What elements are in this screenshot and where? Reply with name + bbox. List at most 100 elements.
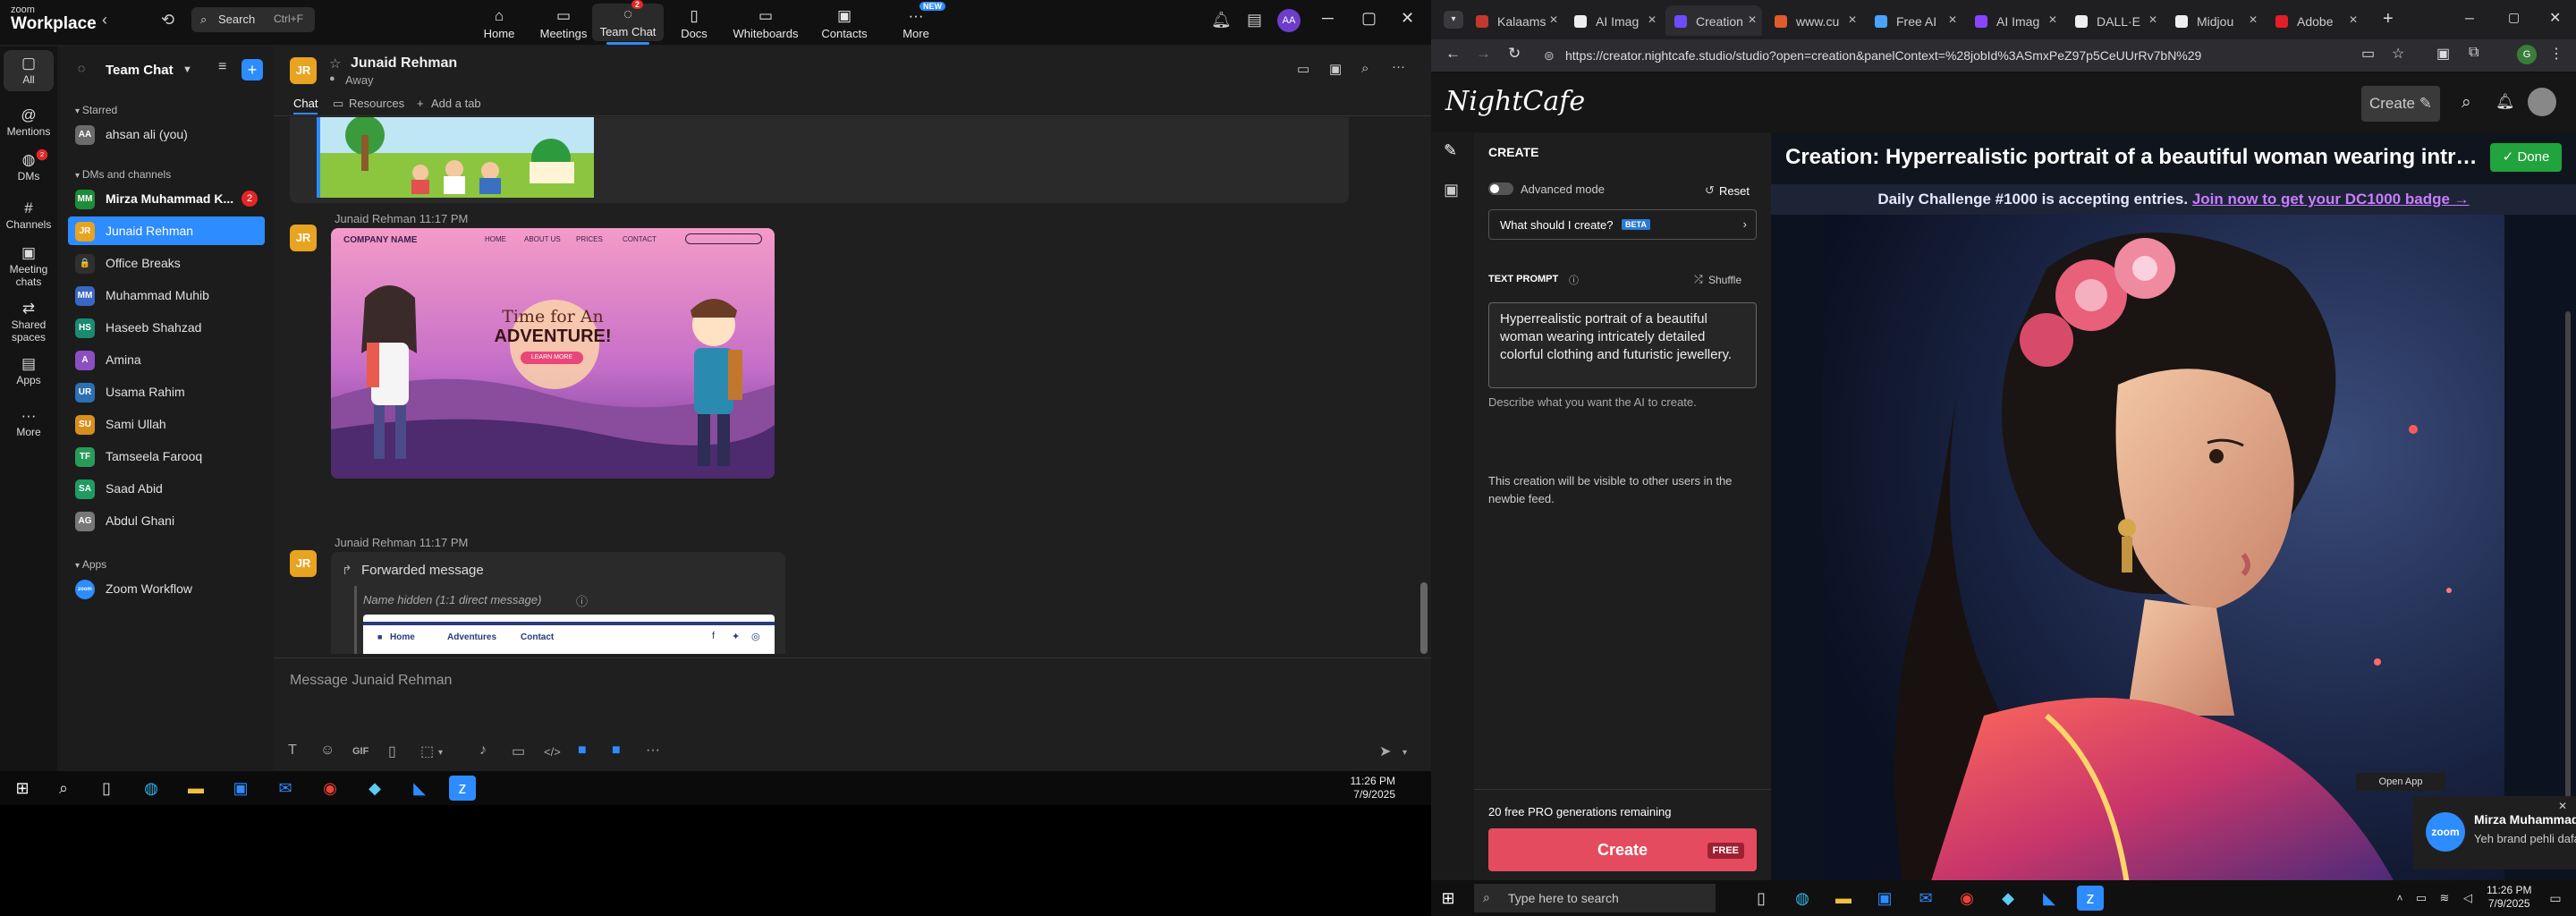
close-icon[interactable]: ✕ bbox=[2549, 9, 2561, 27]
eid-illustration-image[interactable] bbox=[317, 117, 594, 198]
tab-chat[interactable]: Chat bbox=[293, 97, 318, 114]
nav-more[interactable]: ··· More NEW bbox=[880, 2, 952, 40]
rail-apps[interactable]: ▤ Apps bbox=[4, 351, 54, 392]
system-clock[interactable]: 11:26 PM 7/9/2025 bbox=[2487, 884, 2531, 911]
create-chat-icon[interactable]: ✎ bbox=[1444, 141, 1457, 160]
store-icon[interactable]: ▣ bbox=[1871, 886, 1898, 911]
nightcafe-logo[interactable]: NightCafe bbox=[1445, 86, 1585, 117]
emoji-icon[interactable]: ☺ bbox=[320, 742, 335, 759]
tab-close-icon[interactable]: ✕ bbox=[1748, 13, 1757, 26]
forwarded-message-card[interactable]: ↱ Forwarded message Name hidden (1:1 dir… bbox=[331, 552, 785, 654]
star-icon[interactable]: ☆ bbox=[329, 55, 341, 72]
rail-all[interactable]: ▢ All bbox=[4, 50, 54, 91]
nav-contacts[interactable]: ▣ Contacts bbox=[809, 5, 880, 40]
user-avatar[interactable]: AA bbox=[1277, 9, 1301, 32]
install-app-icon[interactable]: ▭ bbox=[2361, 45, 2375, 63]
zoom-notification-toast[interactable]: zoom ✕ Mirza Muhammad Khurram Yeh brand … bbox=[2413, 796, 2576, 869]
reset-button[interactable]: Reset bbox=[1719, 184, 1750, 198]
tab-close-icon[interactable]: ✕ bbox=[1948, 13, 1957, 26]
conversation-item[interactable]: TF Tamseela Farooq bbox=[68, 442, 265, 471]
gallery-icon[interactable]: ▣ bbox=[1444, 181, 1459, 199]
minimize-icon[interactable]: ─ bbox=[2465, 11, 2474, 25]
done-button[interactable]: ✓ Done bbox=[2490, 143, 2562, 172]
create-submit-button[interactable]: Create FREE bbox=[1488, 828, 1757, 871]
rail-more[interactable]: ··· More bbox=[4, 403, 54, 444]
gif-icon[interactable]: GIF bbox=[352, 746, 369, 757]
rail-dms[interactable]: ◍ DMs 2 bbox=[4, 147, 54, 188]
close-icon[interactable]: ✕ bbox=[1401, 9, 1414, 28]
taskbar-search-box[interactable]: ⌕ Type here to search bbox=[1474, 884, 1716, 912]
close-notification-icon[interactable]: ✕ bbox=[2558, 800, 2567, 812]
conversation-item[interactable]: A Amina bbox=[68, 345, 265, 374]
tab-add[interactable]: Add a tab bbox=[431, 97, 481, 110]
contact-avatar[interactable]: JR bbox=[290, 57, 317, 84]
tab-close-icon[interactable]: ✕ bbox=[2249, 13, 2258, 26]
tab-close-icon[interactable]: ✕ bbox=[2148, 13, 2157, 26]
nav-meetings[interactable]: ▭ Meetings bbox=[528, 5, 599, 40]
advanced-mode-toggle[interactable] bbox=[1488, 182, 1513, 195]
file-explorer-icon[interactable]: ▬ bbox=[1830, 886, 1857, 911]
task-view-icon[interactable]: ▯ bbox=[93, 776, 120, 801]
back-arrow-icon[interactable]: ‹ bbox=[102, 11, 107, 30]
prompt-textarea[interactable]: Hyperrealistic portrait of a beautiful w… bbox=[1488, 302, 1757, 388]
conversation-item[interactable]: AG Abdul Ghani bbox=[68, 506, 265, 535]
back-icon[interactable]: ← bbox=[1445, 45, 1461, 63]
app-icon-2[interactable]: ■ bbox=[612, 742, 621, 759]
nav-home[interactable]: ⌂ Home bbox=[463, 5, 535, 40]
conversation-item[interactable]: SU Sami Ullah bbox=[68, 410, 265, 438]
sidebar-title[interactable]: Team Chat bbox=[106, 63, 174, 78]
maximize-icon[interactable]: ▢ bbox=[2508, 10, 2520, 25]
conversation-item[interactable]: SA Saad Abid bbox=[68, 474, 265, 503]
browser-tab[interactable]: Adobe ✕ bbox=[2267, 5, 2363, 36]
audio-message-icon[interactable]: ♪ bbox=[479, 742, 487, 759]
conversation-item[interactable]: UR Usama Rahim bbox=[68, 377, 265, 406]
nav-docs[interactable]: ▯ Docs bbox=[658, 5, 730, 40]
tab-resources[interactable]: Resources bbox=[349, 97, 404, 110]
browser-tab[interactable]: www.cu ✕ bbox=[1766, 5, 1862, 36]
conversation-item[interactable]: MM Mirza Muhammad K... 2 bbox=[68, 184, 265, 213]
send-icon[interactable]: ➤ bbox=[1379, 742, 1391, 760]
browser-tab[interactable]: Creation ✕ bbox=[1665, 5, 1762, 36]
browser-tab[interactable]: DALL·E ✕ bbox=[2066, 5, 2163, 36]
file-icon[interactable]: ▯ bbox=[388, 742, 396, 760]
shuffle-button[interactable]: Shuffle bbox=[1708, 274, 1741, 286]
rail-shared-spaces[interactable]: ⇄ Shared spaces bbox=[4, 295, 54, 344]
search-box[interactable]: ⌕ Search Ctrl+F bbox=[191, 7, 315, 32]
app-icon[interactable]: ■ bbox=[578, 742, 587, 759]
website-preview-image[interactable]: ■ Home Adventures Contact f ✦ ◎ bbox=[363, 615, 775, 654]
history-icon[interactable]: ⟲ bbox=[161, 11, 174, 30]
minimize-icon[interactable]: ─ bbox=[1322, 9, 1334, 28]
apps-section[interactable]: ▾ Apps bbox=[75, 558, 106, 571]
rail-channels[interactable]: # Channels bbox=[4, 195, 54, 236]
what-should-i-create-button[interactable]: What should I create? BETA › bbox=[1488, 209, 1757, 240]
more-tools-icon[interactable]: ··· bbox=[646, 742, 660, 759]
calendar-icon[interactable]: ▤ bbox=[1247, 11, 1262, 30]
store-icon[interactable]: ▣ bbox=[227, 776, 254, 801]
browser-tab[interactable]: AI Imag ✕ bbox=[1565, 5, 1662, 36]
browser-tab[interactable]: AI Imag ✕ bbox=[1966, 5, 2063, 36]
tab-close-icon[interactable]: ✕ bbox=[1549, 13, 1558, 26]
task-view-icon[interactable]: ▯ bbox=[1748, 886, 1775, 911]
conversation-item[interactable]: AA ahsan ali (you) bbox=[68, 120, 265, 148]
screenshot-icon[interactable]: ⬚ bbox=[420, 742, 434, 760]
tab-close-icon[interactable]: ✕ bbox=[1648, 13, 1657, 26]
bookmark-star-icon[interactable]: ☆ bbox=[2392, 45, 2404, 63]
edge-icon[interactable]: ◍ bbox=[1789, 886, 1816, 911]
message-composer[interactable]: Message Junaid Rehman T ☺ GIF ▯ ⬚ ▾ ♪ ▭ … bbox=[274, 657, 1431, 771]
vscode-icon[interactable]: ◣ bbox=[2036, 886, 2063, 911]
open-app-button[interactable]: Open App bbox=[2356, 773, 2445, 791]
daily-challenge-link[interactable]: Join now to get your DC1000 badge → bbox=[2192, 191, 2470, 208]
image-scrollbar[interactable] bbox=[2565, 311, 2571, 848]
search-icon[interactable]: ⌕ bbox=[2462, 93, 2471, 113]
video-message-icon[interactable]: ▭ bbox=[512, 742, 525, 760]
zoom-taskbar-icon[interactable]: z bbox=[449, 776, 476, 801]
conversation-item[interactable]: HS Haseeb Shahzad bbox=[68, 313, 265, 342]
browser-tab[interactable]: Midjou ✕ bbox=[2166, 5, 2263, 36]
extensions-puzzle-icon[interactable]: ⧉ bbox=[2469, 45, 2479, 61]
browser-tab[interactable]: Free AI ✕ bbox=[1866, 5, 1962, 36]
notifications-bell-icon[interactable]: 🔔︎ bbox=[1211, 11, 1232, 30]
format-text-icon[interactable]: T bbox=[288, 742, 297, 759]
new-chat-button[interactable]: + bbox=[242, 59, 263, 81]
message-avatar[interactable]: JR bbox=[290, 225, 317, 251]
help-icon[interactable]: ⓘ bbox=[1569, 273, 1579, 287]
